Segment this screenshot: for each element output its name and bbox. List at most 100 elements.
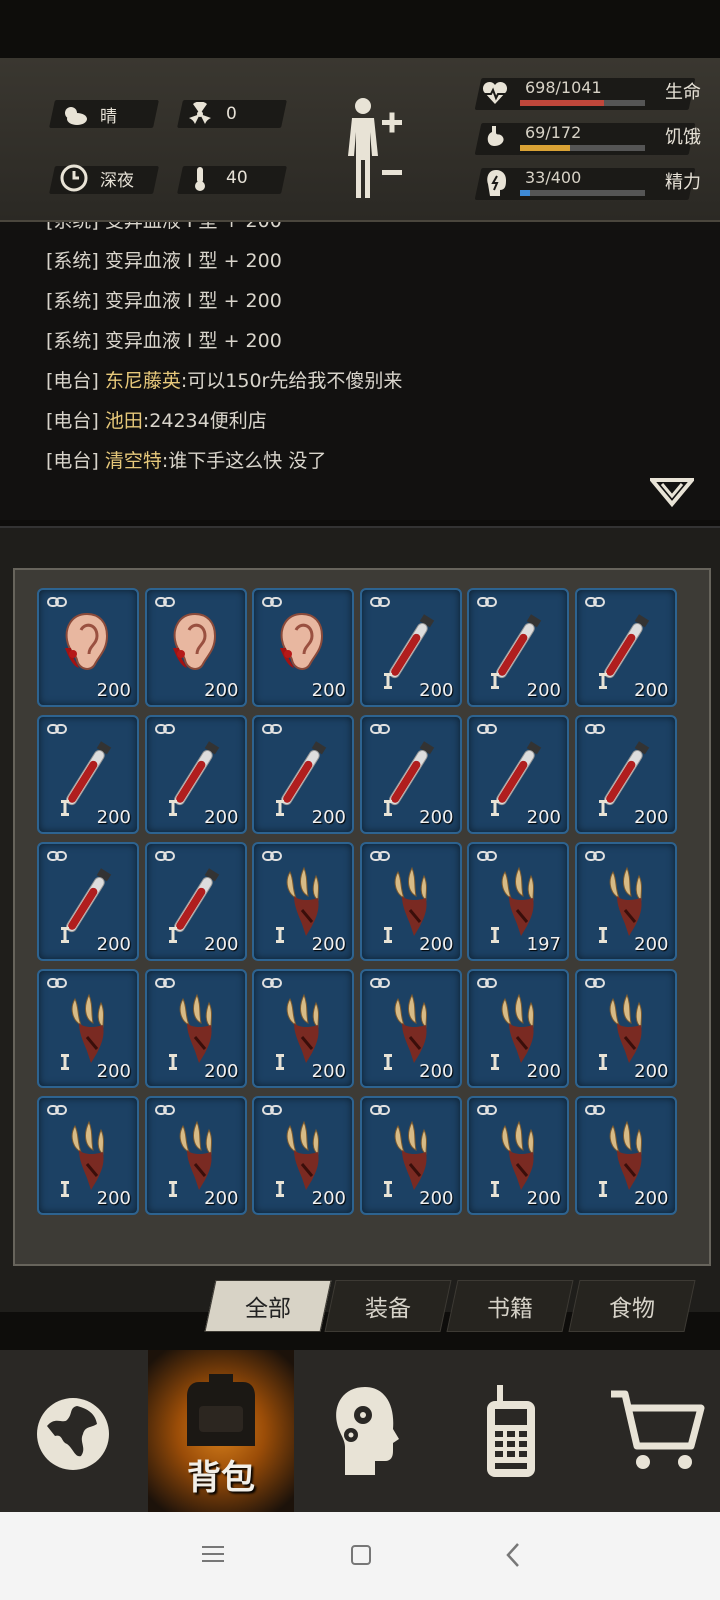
log-tag: [电台] — [46, 410, 99, 432]
inventory-slot[interactable]: 200 — [252, 1096, 354, 1215]
energy-bar — [520, 190, 645, 196]
inventory-slot[interactable]: 200 — [467, 969, 569, 1088]
item-count: 200 — [419, 1061, 454, 1082]
menu-icon[interactable] — [202, 1544, 224, 1564]
hunger-label: 饥饿 — [665, 127, 701, 148]
radio-icon — [487, 1385, 535, 1477]
tab-all[interactable]: 全部 — [204, 1280, 332, 1332]
inventory-slot[interactable]: 200 — [37, 588, 139, 707]
nav-backpack-button[interactable]: 背包 — [148, 1350, 294, 1512]
tier-one-icon — [491, 927, 499, 943]
weather-text: 晴 — [100, 107, 117, 127]
tab-food[interactable]: 食物 — [568, 1280, 696, 1332]
tier-one-icon — [598, 800, 607, 816]
tab-books[interactable]: 书籍 — [446, 1280, 574, 1332]
link-icon — [154, 978, 175, 988]
inventory-slot[interactable]: 200 — [359, 842, 462, 961]
link-icon — [584, 978, 605, 988]
log-speaker: 清空特 — [104, 450, 162, 472]
nav-radio-button[interactable] — [438, 1350, 584, 1512]
tier-one-icon — [276, 927, 284, 943]
inventory-slot[interactable]: 200 — [574, 588, 677, 707]
log-line: [系统] 变异血液 I 型 + 200 — [46, 246, 282, 273]
link-icon — [584, 851, 605, 861]
item-count: 200 — [419, 680, 454, 701]
back-icon[interactable] — [505, 1542, 521, 1568]
tier-one-icon — [598, 1054, 607, 1070]
inventory-slot[interactable]: 200 — [37, 969, 139, 1088]
inventory-grid: 200 200 200 200 200 200 200 200 200 200 200 200 200 2… — [13, 568, 711, 1266]
inventory-slot[interactable]: 200 — [467, 715, 569, 834]
log-speaker: 池田 — [104, 410, 143, 432]
cart-icon — [611, 1390, 705, 1469]
nav-backpack-label: 背包 — [187, 1458, 255, 1498]
home-icon[interactable] — [350, 1544, 372, 1566]
inventory-slot[interactable]: 200 — [574, 969, 677, 1088]
severed-ear-icon — [65, 612, 109, 670]
log-text: 变异血液 I 型 + 200 — [104, 330, 282, 352]
link-icon — [369, 978, 390, 988]
inventory-slot[interactable]: 200 — [252, 588, 354, 707]
message-log[interactable]: [系统] 变异血液 I 型 + 200 [系统] 变异血液 I 型 + 200 [系… — [0, 222, 720, 520]
tier-one-icon — [61, 800, 69, 816]
inventory-slot[interactable]: 200 — [252, 969, 354, 1088]
inventory-slot[interactable]: 200 — [144, 588, 247, 707]
tier-one-icon — [598, 927, 607, 943]
inventory-slot[interactable]: 200 — [144, 969, 247, 1088]
tier-one-icon — [491, 1054, 499, 1070]
link-icon — [154, 724, 175, 734]
inventory-slot[interactable]: 200 — [252, 715, 354, 834]
character-figure[interactable] — [340, 94, 420, 204]
tier-one-icon — [168, 800, 177, 816]
item-count: 200 — [419, 807, 454, 828]
item-count: 200 — [311, 1188, 346, 1209]
log-text: 变异血液 I 型 + 200 — [105, 222, 282, 232]
item-count: 200 — [634, 807, 669, 828]
log-line: [系统] 变异血液 I 型 + 200 — [46, 222, 282, 233]
inventory-slot[interactable]: 200 — [144, 715, 247, 834]
inventory-slot[interactable]: 200 — [252, 842, 354, 961]
item-count: 200 — [96, 1188, 131, 1209]
nav-shop-button[interactable] — [584, 1350, 720, 1512]
item-count: 200 — [419, 1188, 454, 1209]
inventory-slot[interactable]: 200 — [467, 1096, 569, 1215]
log-text: :谁下手这么快 没了 — [161, 450, 327, 472]
tab-equipment[interactable]: 装备 — [324, 1280, 452, 1332]
inventory-slot[interactable]: 200 — [359, 1096, 462, 1215]
item-count: 200 — [204, 1061, 239, 1082]
inventory-slot[interactable]: 200 — [574, 715, 677, 834]
time-indicator: 深夜 — [60, 164, 134, 192]
item-count: 200 — [526, 1188, 561, 1209]
inventory-slot[interactable]: 197 — [467, 842, 569, 961]
inventory-slot[interactable]: 200 — [37, 715, 139, 834]
inventory-slot[interactable]: 200 — [144, 842, 247, 961]
link-icon — [477, 597, 497, 607]
nav-skills-button[interactable] — [292, 1350, 438, 1512]
inventory-slot[interactable]: 200 — [359, 588, 462, 707]
tier-one-icon — [491, 800, 499, 816]
hunger-text: 69/172 — [525, 123, 582, 142]
inventory-slot[interactable]: 200 — [144, 1096, 247, 1215]
inventory-slot[interactable]: 200 — [37, 1096, 139, 1215]
inventory-slot[interactable]: 200 — [574, 842, 677, 961]
chevron-down-icon[interactable] — [650, 478, 694, 508]
inventory-slot[interactable]: 200 — [359, 969, 462, 1088]
inventory-slot[interactable]: 200 — [467, 588, 569, 707]
tab-label: 装备 — [365, 1296, 411, 1322]
item-count: 200 — [204, 807, 239, 828]
clock-icon — [60, 164, 88, 192]
link-icon — [477, 1105, 497, 1115]
nav-map-button[interactable] — [0, 1350, 146, 1512]
inventory-slot[interactable]: 200 — [359, 715, 462, 834]
log-line: [电台] 池田:24234便利店 — [46, 406, 267, 433]
link-icon — [154, 597, 175, 607]
log-tag: [系统] — [46, 330, 99, 352]
link-icon — [47, 1105, 67, 1115]
inventory-slot[interactable]: 200 — [574, 1096, 677, 1215]
item-count: 200 — [634, 1061, 669, 1082]
inventory-slot[interactable]: 200 — [37, 842, 139, 961]
link-icon — [262, 724, 282, 734]
log-line: [电台] 清空特:谁下手这么快 没了 — [46, 446, 326, 473]
item-count: 200 — [634, 934, 669, 955]
item-count: 200 — [311, 807, 346, 828]
